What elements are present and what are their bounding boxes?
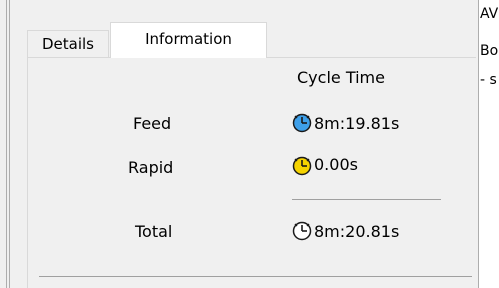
information-panel	[27, 57, 476, 288]
right-pane-text-3: - s	[480, 72, 497, 88]
feed-value: 8m:19.81s	[314, 114, 400, 133]
right-pane-text-1: AV	[480, 6, 499, 22]
tab-details[interactable]: Details	[27, 30, 109, 57]
window-left-border-inner	[9, 0, 10, 288]
clock-white-icon	[292, 221, 312, 241]
bottom-separator	[39, 276, 472, 277]
total-separator	[292, 199, 441, 200]
tab-information-label: Information	[145, 29, 232, 48]
total-value: 8m:20.81s	[314, 222, 400, 241]
window-left-border	[6, 0, 7, 288]
clock-blue-icon	[292, 113, 312, 133]
rapid-label: Rapid	[128, 158, 174, 177]
feed-label: Feed	[133, 114, 172, 133]
total-label: Total	[135, 222, 173, 241]
right-pane-text-2: Bo	[480, 43, 499, 59]
cycle-time-header: Cycle Time	[297, 68, 385, 87]
clock-yellow-icon	[292, 156, 312, 176]
tab-details-label: Details	[41, 35, 94, 53]
tab-information[interactable]: Information	[110, 22, 267, 58]
rapid-value: 0.00s	[314, 155, 358, 174]
